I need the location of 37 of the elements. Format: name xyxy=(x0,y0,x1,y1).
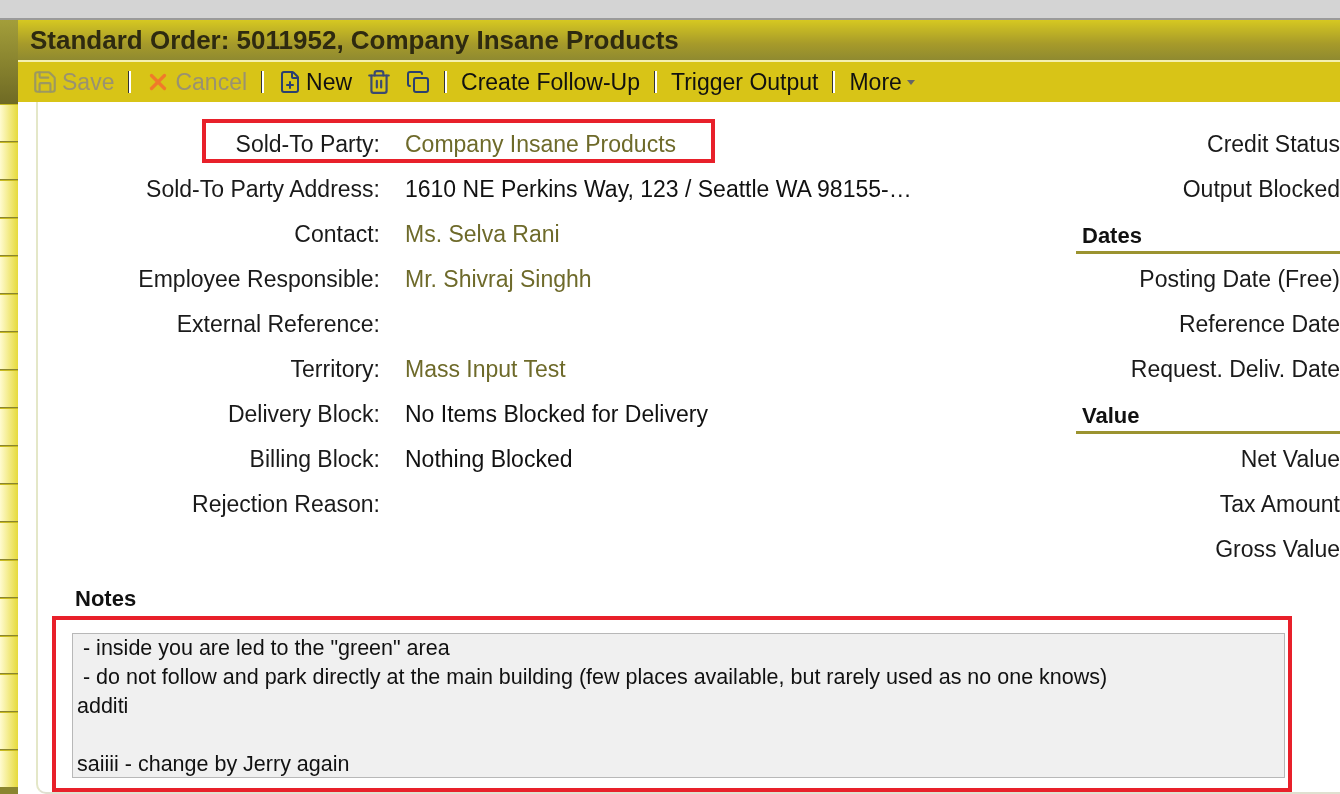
field-label: Posting Date (Free) xyxy=(1138,266,1340,293)
field-link[interactable]: Mr. Shivraj Singhh xyxy=(405,266,995,293)
field-label: Output Blocked xyxy=(1181,176,1340,203)
field-label: Tax Amount xyxy=(1218,491,1340,518)
field-label: Reference Date xyxy=(1177,311,1340,338)
field-label: Sold-To Party: xyxy=(234,131,380,158)
notes-heading: Notes xyxy=(75,586,138,612)
new-button[interactable]: New xyxy=(278,68,353,96)
field-label: Contact: xyxy=(293,221,380,248)
field-label: Request. Deliv. Date xyxy=(1129,356,1340,383)
toolbar-button[interactable]: Create Follow-Up xyxy=(461,68,640,96)
field-label: Gross Value xyxy=(1214,536,1340,563)
field-link[interactable]: Ms. Selva Rani xyxy=(405,221,995,248)
field-label: Sold-To Party Address: xyxy=(145,176,380,203)
field-label: Rejection Reason: xyxy=(191,491,380,518)
field-value: Nothing Blocked xyxy=(405,446,574,473)
copy-button[interactable] xyxy=(406,70,431,94)
field-label: Territory: xyxy=(289,356,380,383)
toolbar-button[interactable]: Trigger Output xyxy=(671,68,819,96)
notes-field[interactable]: - inside you are led to the "green" area - do not follow and park directly at the main building (few places available, but rarely used as no one knows) additi saiiii - change by Jerry again xyxy=(72,633,1285,778)
field-label: Net Value xyxy=(1239,446,1340,473)
section-heading: Dates xyxy=(1076,223,1340,254)
more-menu-button[interactable]: More xyxy=(849,68,916,96)
field-label: External Reference: xyxy=(175,311,380,338)
field-link[interactable]: Company Insane Products xyxy=(405,131,995,158)
field-label: Employee Responsible: xyxy=(137,266,380,293)
field-label: Credit Status xyxy=(1206,131,1340,158)
window-title: Standard Order: 5011952, Company Insane Products xyxy=(30,24,679,56)
delete-button[interactable] xyxy=(366,69,393,95)
field-label: Billing Block: xyxy=(248,446,380,473)
field-label: Delivery Block: xyxy=(226,401,380,428)
field-link[interactable]: Mass Input Test xyxy=(405,356,995,383)
caret-icon xyxy=(905,78,916,86)
save-icon xyxy=(32,69,58,95)
section-heading: Value xyxy=(1076,403,1340,434)
field-value: No Items Blocked for Delivery xyxy=(405,401,709,428)
field-value: 1610 NE Perkins Way, 123 / Seattle WA 98155-… xyxy=(405,176,913,203)
